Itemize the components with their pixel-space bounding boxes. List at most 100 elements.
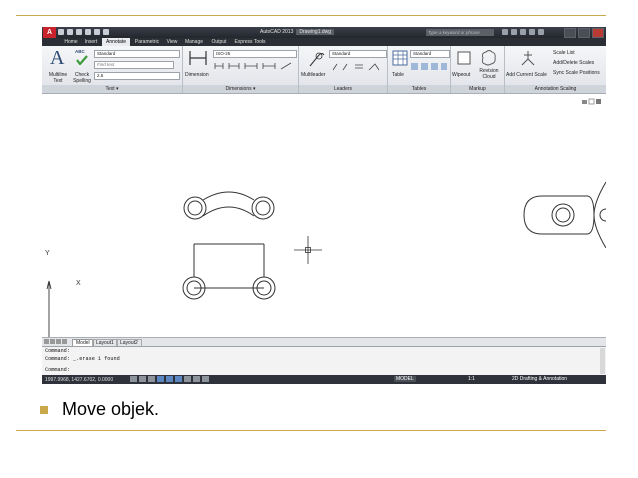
last-layout-icon[interactable] [62, 339, 67, 344]
wipeout-icon[interactable] [456, 50, 472, 66]
wipeout-button[interactable]: Wipeout [452, 72, 470, 78]
leaders-panel: Multileader Standard Leaders [299, 46, 388, 93]
table-style-select[interactable]: Standard [410, 50, 450, 58]
multileader-icon[interactable] [307, 50, 325, 68]
tab-output[interactable]: Output [208, 38, 230, 46]
text-height-select[interactable]: 2.5 [94, 72, 180, 80]
sync-scale-positions-button[interactable]: Sync Scale Positions [553, 70, 600, 76]
next-layout-icon[interactable] [56, 339, 61, 344]
open-icon[interactable] [67, 29, 73, 35]
tab-view[interactable]: View [164, 38, 180, 46]
layout-nav-arrows [44, 339, 67, 344]
redo-icon[interactable] [94, 29, 100, 35]
table-button[interactable]: Table [392, 72, 404, 78]
check-spelling-icon[interactable] [76, 55, 88, 65]
workspace-select[interactable]: 2D Drafting & Annotation [512, 376, 567, 382]
application-menu-button[interactable]: A [43, 27, 56, 38]
minimize-button[interactable] [564, 28, 576, 38]
close-button[interactable] [592, 28, 604, 38]
tab-home[interactable]: Home [62, 38, 80, 46]
bullet-marker [40, 406, 48, 414]
tables-panel-label[interactable]: Tables [388, 85, 450, 93]
dimension-tools-icon[interactable] [213, 61, 293, 71]
title-bar: A AutoCAD 2013 Drawing1.dwg Type a keywor… [42, 27, 606, 38]
revision-cloud-button[interactable]: Revision Cloud [475, 68, 503, 80]
ucs-y-label: Y [45, 250, 50, 257]
add-current-scale-button[interactable]: Add Current Scale [506, 72, 547, 78]
annotation-scale-select[interactable]: 1:1 [468, 376, 475, 382]
layout-tabs: Model Layout1 Layout2 [42, 337, 606, 347]
text-panel-label[interactable]: Text ▾ [42, 85, 182, 93]
multileader-button[interactable]: Multileader [301, 72, 325, 78]
scale-list-button[interactable]: Scale List [553, 50, 575, 56]
markup-panel: Wipeout Revision Cloud Markup [451, 46, 505, 93]
table-icon[interactable] [392, 50, 408, 66]
window-title: AutoCAD 2013 Drawing1.dwg [260, 29, 335, 36]
bullet-text: Move objek. [62, 399, 160, 419]
maximize-button[interactable] [578, 28, 590, 38]
exchange-icon[interactable] [520, 29, 526, 35]
command-prompt[interactable]: Command: [45, 367, 70, 373]
window-controls [564, 28, 604, 38]
add-delete-scales-button[interactable]: Add/Delete Scales [553, 60, 594, 66]
viewport-controls-icon[interactable] [582, 98, 601, 105]
abc-label: ABC [75, 49, 85, 54]
star-icon[interactable] [529, 29, 535, 35]
coordinate-readout[interactable]: 1997.9968, 1427.6702, 0.0000 [45, 377, 113, 383]
plot-icon[interactable] [103, 29, 109, 35]
command-window[interactable]: Command: Command: _.erase 1 found Comman… [42, 346, 606, 376]
dimension-icon[interactable] [187, 49, 209, 67]
ducs-icon[interactable] [184, 376, 191, 382]
drawing-canvas[interactable]: Y X [42, 94, 606, 337]
dimensions-panel-label[interactable]: Dimensions ▾ [183, 85, 298, 93]
polar-icon[interactable] [157, 376, 164, 382]
tab-express-tools[interactable]: Express Tools [232, 38, 268, 46]
product-name: AutoCAD 2013 [260, 29, 294, 35]
add-current-scale-icon[interactable] [519, 49, 537, 67]
model-space-button[interactable]: MODEL [394, 376, 416, 382]
linked-rings-object [183, 191, 275, 220]
find-text-input[interactable]: Find text [94, 61, 174, 69]
document-name: Drawing1.dwg [296, 29, 335, 35]
binoculars-icon[interactable] [502, 29, 508, 35]
search-input[interactable]: Type a keyword or phrase [426, 29, 494, 36]
annotation-scaling-panel-label[interactable]: Annotation Scaling [505, 85, 606, 93]
lineweight-icon[interactable] [202, 376, 209, 382]
leader-tools-icon[interactable] [331, 62, 381, 71]
dimension-style-select[interactable]: ISO-25 [213, 50, 297, 58]
dyn-icon[interactable] [193, 376, 200, 382]
new-icon[interactable] [58, 29, 64, 35]
crosshair-cursor [294, 236, 322, 264]
frame-rings-object [182, 243, 276, 300]
dimension-button[interactable]: Dimension [185, 72, 209, 78]
drafting-toggles [130, 376, 209, 382]
user-icon[interactable] [511, 29, 517, 35]
text-style-select[interactable]: Standard [94, 50, 180, 58]
tab-insert[interactable]: Insert [82, 38, 100, 46]
undo-icon[interactable] [85, 29, 91, 35]
snap-icon[interactable] [130, 376, 137, 382]
help-icon[interactable] [538, 29, 544, 35]
command-scrollbar[interactable] [600, 348, 605, 374]
tab-parametric[interactable]: Parametric [132, 38, 162, 46]
check-spelling-button[interactable]: Check Spelling [72, 72, 92, 84]
osnap-icon[interactable] [166, 376, 173, 382]
leader-style-select[interactable]: Standard [329, 50, 387, 58]
status-bar: 1997.9968, 1427.6702, 0.0000 MODEL 1:1 2… [42, 375, 606, 384]
otrack-icon[interactable] [175, 376, 182, 382]
markup-panel-label[interactable]: Markup [451, 85, 504, 93]
tab-manage[interactable]: Manage [182, 38, 206, 46]
ortho-icon[interactable] [148, 376, 155, 382]
prev-layout-icon[interactable] [50, 339, 55, 344]
leaders-panel-label[interactable]: Leaders [299, 85, 387, 93]
first-layout-icon[interactable] [44, 339, 49, 344]
table-tools-icon[interactable] [410, 62, 448, 71]
revision-cloud-icon[interactable] [479, 49, 497, 67]
quick-access-toolbar [58, 29, 109, 36]
grid-icon[interactable] [139, 376, 146, 382]
multiline-text-icon[interactable]: A [50, 47, 64, 70]
tab-annotate[interactable]: Annotate [102, 38, 130, 46]
annotation-scaling-panel: Add Current Scale Scale List Add/Delete … [505, 46, 606, 93]
multiline-text-button[interactable]: Multiline Text [45, 72, 71, 84]
save-icon[interactable] [76, 29, 82, 35]
